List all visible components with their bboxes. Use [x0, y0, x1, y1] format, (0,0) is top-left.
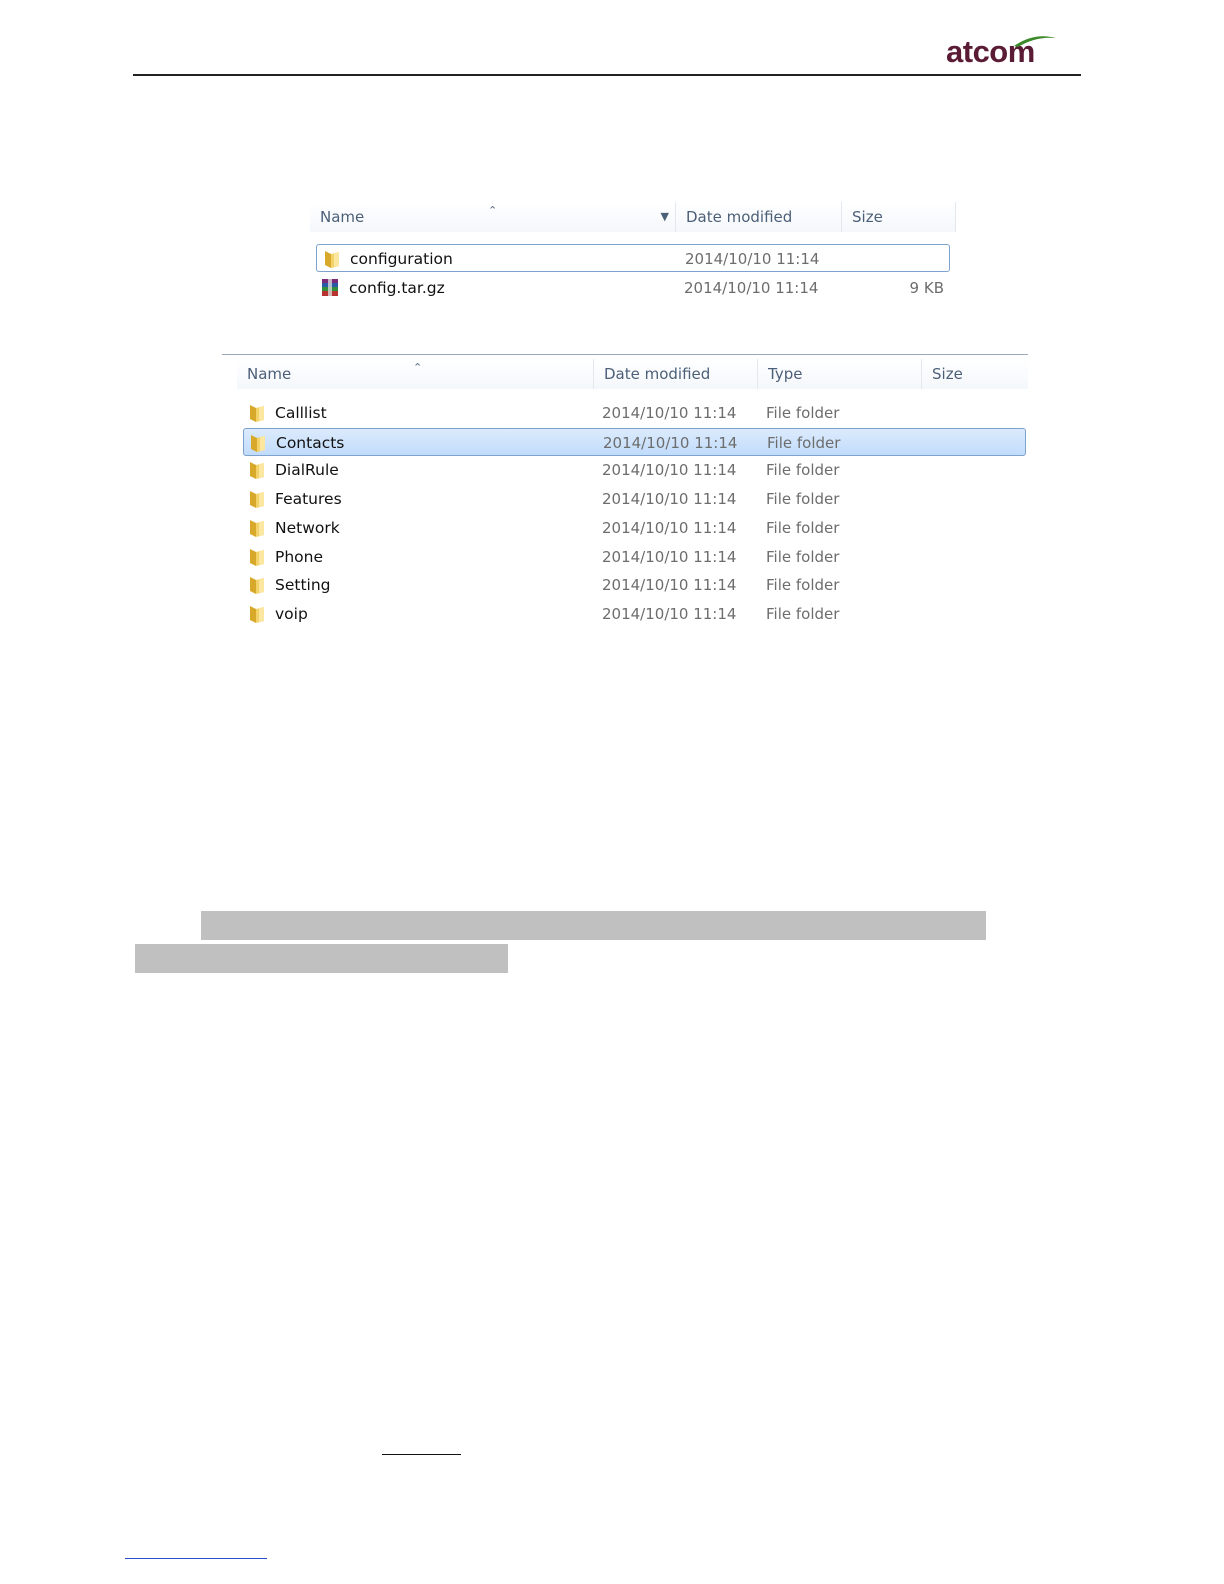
- folder-icon: [247, 604, 267, 624]
- highlighted-text-line-2: [135, 944, 508, 973]
- folder-date-modified: 2014/10/10 11:14: [602, 604, 737, 623]
- folder-icon: [247, 460, 267, 480]
- folder-name: Calllist: [275, 404, 327, 422]
- column-header-row: ⌃ Name ▼ Date modified Size: [296, 202, 956, 232]
- folder-type: File folder: [766, 461, 840, 480]
- folder-name: DialRule: [275, 461, 339, 480]
- column-header-date-modified[interactable]: Date modified: [594, 359, 758, 389]
- folder-row-dialrule[interactable]: DialRule 2014/10/10 11:14 File folder: [243, 456, 1026, 484]
- folder-row-setting[interactable]: Setting 2014/10/10 11:14 File folder: [243, 571, 1026, 599]
- file-date-modified: 2014/10/10 11:14: [684, 279, 819, 297]
- column-header-date-modified[interactable]: Date modified: [676, 202, 842, 232]
- folder-date-modified: 2014/10/10 11:14: [602, 547, 737, 566]
- folder-date-modified: 2014/10/10 11:14: [602, 461, 737, 480]
- folder-row-voip[interactable]: voip 2014/10/10 11:14 File folder: [243, 600, 1026, 628]
- column-header-row: ⌃ Name Date modified Type Size: [222, 359, 1028, 389]
- column-header-size[interactable]: Size: [922, 359, 1028, 389]
- logo-swoosh-icon: [1014, 36, 1056, 47]
- highlighted-text-line-1: [201, 911, 986, 940]
- folder-date-modified: 2014/10/10 11:14: [602, 518, 737, 537]
- folder-icon: [247, 489, 267, 509]
- folder-name: Features: [275, 490, 342, 509]
- sort-ascending-icon: ⌃: [413, 361, 423, 374]
- file-row-config-tar-gz[interactable]: config.tar.gz 2014/10/10 11:14 9 KB: [316, 274, 950, 302]
- column-header-name[interactable]: ⌃ Name: [237, 359, 594, 389]
- column-header-size[interactable]: Size: [842, 202, 956, 232]
- folder-name: voip: [275, 604, 308, 623]
- folder-type: File folder: [767, 433, 841, 452]
- column-header-name[interactable]: ⌃ Name ▼: [310, 202, 676, 232]
- file-name: configuration: [350, 250, 453, 268]
- folder-date-modified: 2014/10/10 11:14: [603, 433, 738, 452]
- folder-date-modified: 2014/10/10 11:14: [602, 576, 737, 595]
- folder-name: Contacts: [276, 433, 345, 452]
- folder-icon: [248, 433, 268, 453]
- folder-row-contacts[interactable]: Contacts 2014/10/10 11:14 File folder: [243, 427, 1026, 456]
- folder-type: File folder: [766, 547, 840, 566]
- folder-row-phone[interactable]: Phone 2014/10/10 11:14 File folder: [243, 543, 1026, 571]
- atcom-logo: atcom: [946, 34, 1058, 70]
- folder-date-modified: 2014/10/10 11:14: [602, 404, 737, 422]
- column-dropdown-icon[interactable]: ▼: [661, 202, 669, 232]
- explorer-window-root: ⌃ Name ▼ Date modified Size configuratio…: [296, 202, 956, 312]
- folder-icon: [325, 251, 339, 268]
- header-rule: [133, 74, 1081, 76]
- folder-icon: [247, 518, 267, 538]
- folder-type: File folder: [766, 490, 840, 509]
- column-header-type[interactable]: Type: [758, 359, 922, 389]
- folder-name: Phone: [275, 547, 324, 566]
- folder-type: File folder: [766, 604, 840, 623]
- folder-date-modified: 2014/10/10 11:14: [602, 490, 737, 509]
- file-size: 9 KB: [909, 279, 944, 297]
- folder-icon: [247, 403, 267, 423]
- archive-icon: [322, 279, 338, 296]
- sort-ascending-icon: ⌃: [488, 204, 498, 217]
- folder-name: Setting: [275, 576, 331, 595]
- folder-type: File folder: [766, 576, 840, 595]
- footer-link-underline[interactable]: [125, 1558, 267, 1559]
- file-date-modified: 2014/10/10 11:14: [685, 250, 820, 268]
- explorer-window-configuration: ⌃ Name Date modified Type Size Calllist 2…: [222, 354, 1028, 631]
- folder-type: File folder: [766, 518, 840, 537]
- folder-row-calllist[interactable]: Calllist 2014/10/10 11:14 File folder: [243, 399, 1026, 427]
- hyperlink-underline[interactable]: [382, 1454, 461, 1455]
- file-name: config.tar.gz: [349, 279, 445, 297]
- folder-name: Network: [275, 518, 340, 537]
- file-row-configuration[interactable]: configuration 2014/10/10 11:14: [316, 244, 950, 272]
- folder-row-network[interactable]: Network 2014/10/10 11:14 File folder: [243, 514, 1026, 542]
- folder-type: File folder: [766, 404, 840, 422]
- folder-icon: [247, 547, 267, 567]
- folder-icon: [247, 575, 267, 595]
- folder-row-features[interactable]: Features 2014/10/10 11:14 File folder: [243, 485, 1026, 513]
